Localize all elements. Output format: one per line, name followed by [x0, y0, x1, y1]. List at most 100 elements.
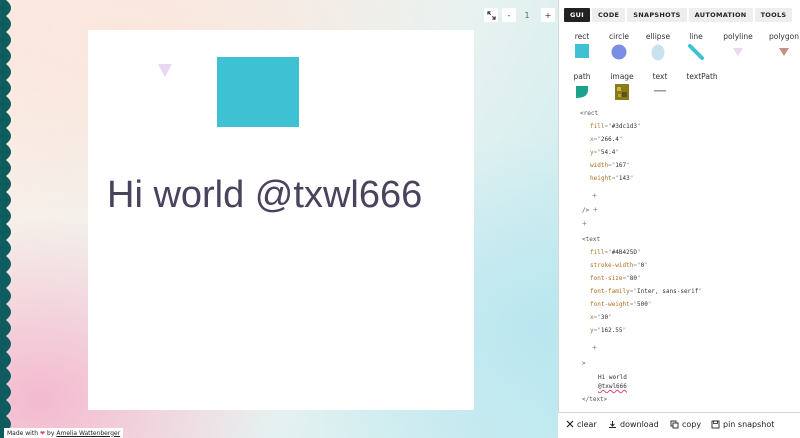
path-icon	[576, 86, 588, 98]
text-icon	[654, 90, 666, 92]
expand-button[interactable]	[484, 8, 498, 22]
attr-name: stroke-width	[590, 262, 634, 269]
canvas-rect[interactable]	[217, 57, 299, 127]
add-attribute-button[interactable]: +	[592, 344, 597, 352]
code-text-bracket: >	[582, 360, 586, 367]
rect-icon	[575, 44, 589, 58]
heart-icon: ❤	[40, 429, 46, 437]
credit-badge: Made with ❤ by Amelia Wattenberger	[4, 428, 124, 438]
download-button[interactable]: download	[608, 418, 659, 430]
shape-label: text	[652, 72, 668, 81]
code-rect-open: <rect	[580, 110, 599, 117]
pin-snapshot-label: pin snapshot	[723, 419, 775, 429]
shape-label: line	[689, 32, 703, 41]
zoom-out-button[interactable]: -	[502, 8, 516, 22]
shape-path[interactable]: path	[560, 72, 604, 100]
shape-label: polygon	[769, 32, 799, 41]
attr-value[interactable]: 500	[637, 301, 648, 308]
code-attr-line[interactable]: width="167"	[590, 162, 630, 170]
canvas-text[interactable]: Hi world @txwl666	[107, 174, 422, 216]
code-attr-line[interactable]: x="266.4"	[590, 136, 623, 144]
code-text-end: </text>	[582, 396, 608, 403]
attr-name: fill	[590, 249, 605, 256]
attr-name: font-family	[590, 288, 630, 295]
shape-label: polyline	[723, 32, 753, 41]
attr-value[interactable]: Inter, sans-serif	[637, 288, 698, 295]
code-attr-line[interactable]: x="30"	[590, 314, 612, 322]
attr-name: font-size	[590, 275, 623, 282]
download-icon	[609, 420, 616, 428]
copy-label: copy	[682, 419, 702, 429]
attr-name: fill	[590, 123, 605, 130]
attr-value[interactable]: 162.55	[601, 327, 623, 334]
expand-icon	[486, 10, 496, 20]
attr-name: height	[590, 175, 612, 182]
add-element-button[interactable]: +	[582, 220, 587, 228]
shape-label: circle	[609, 32, 629, 41]
add-attribute-button[interactable]: +	[592, 192, 597, 200]
copy-icon	[670, 420, 679, 428]
zoom-in-button[interactable]: +	[541, 8, 555, 22]
made-with-text: Made with	[7, 429, 38, 437]
code-text-content[interactable]: @txwl666	[598, 383, 627, 391]
code-attr-line[interactable]: font-weight="500"	[590, 301, 651, 309]
code-rect-close: />	[582, 207, 590, 214]
panel-tabs: GUI CODE SNAPSHOTS AUTOMATION TOOLS	[564, 8, 793, 22]
tab-automation[interactable]: AUTOMATION	[688, 8, 753, 22]
shape-line[interactable]: line	[674, 32, 718, 60]
code-text-content[interactable]: Hi world	[598, 374, 627, 382]
save-icon	[711, 420, 720, 428]
ellipse-icon	[651, 44, 665, 61]
author-link[interactable]: Amelia Wattenberger	[56, 430, 120, 437]
code-rect-close-line: /> +	[582, 206, 598, 215]
code-attr-line[interactable]: stroke-width="0"	[590, 262, 648, 270]
copy-button[interactable]: copy	[670, 418, 701, 430]
shape-circle[interactable]: circle	[597, 32, 641, 60]
add-attribute-button[interactable]: +	[593, 205, 598, 214]
tab-code[interactable]: CODE	[591, 8, 626, 22]
attr-value[interactable]: 30	[601, 314, 608, 321]
close-icon	[566, 420, 574, 428]
shape-textpath[interactable]: textPath	[680, 72, 724, 82]
attr-value[interactable]: #3dc1d3	[612, 123, 637, 130]
code-text-open: <text	[582, 236, 601, 243]
attr-value[interactable]: #4B425D	[612, 249, 637, 256]
code-attr-line[interactable]: y="54.4"	[590, 149, 619, 157]
code-attr-line[interactable]: fill="#4B425D"	[590, 249, 641, 257]
circle-icon	[611, 44, 627, 60]
code-attr-line[interactable]: y="162.55"	[590, 327, 626, 335]
canvas-artboard[interactable]: Hi world @txwl666	[88, 30, 474, 410]
polygon-icon	[779, 48, 789, 56]
shape-text[interactable]: text	[638, 72, 682, 98]
polyline-icon	[733, 48, 743, 56]
canvas-polyline-triangle[interactable]	[158, 64, 172, 77]
image-icon	[615, 84, 629, 100]
by-text: by	[47, 429, 55, 437]
shape-label: path	[573, 72, 591, 81]
code-attr-line[interactable]: height="143"	[590, 175, 633, 183]
line-icon	[688, 44, 704, 60]
code-attr-line[interactable]: fill="#3dc1d3"	[590, 123, 641, 131]
attr-value[interactable]: 266.4	[601, 136, 619, 143]
attr-value[interactable]: 167	[615, 162, 626, 169]
canvas-svg: Hi world @txwl666	[107, 57, 422, 216]
attr-value[interactable]: 54.4	[601, 149, 615, 156]
download-label: download	[620, 419, 659, 429]
code-attr-line[interactable]: font-family="Inter, sans-serif"	[590, 288, 702, 296]
attr-value[interactable]: 80	[630, 275, 637, 282]
tab-gui[interactable]: GUI	[564, 8, 590, 22]
shape-polygon[interactable]: polygon	[762, 32, 800, 58]
editor-panel	[558, 0, 800, 438]
tab-snapshots[interactable]: SNAPSHOTS	[627, 8, 687, 22]
attr-name: width	[590, 162, 609, 169]
attr-value[interactable]: 143	[619, 175, 630, 182]
clear-button[interactable]: clear	[566, 418, 597, 430]
shape-label: textPath	[686, 72, 718, 81]
pin-snapshot-button[interactable]: pin snapshot	[711, 418, 774, 430]
code-attr-line[interactable]: font-size="80"	[590, 275, 641, 283]
shape-polyline[interactable]: polyline	[716, 32, 760, 58]
attr-name: font-weight	[590, 301, 630, 308]
scalloped-edge	[0, 0, 11, 438]
clear-label: clear	[577, 419, 597, 429]
tab-tools[interactable]: TOOLS	[754, 8, 793, 22]
